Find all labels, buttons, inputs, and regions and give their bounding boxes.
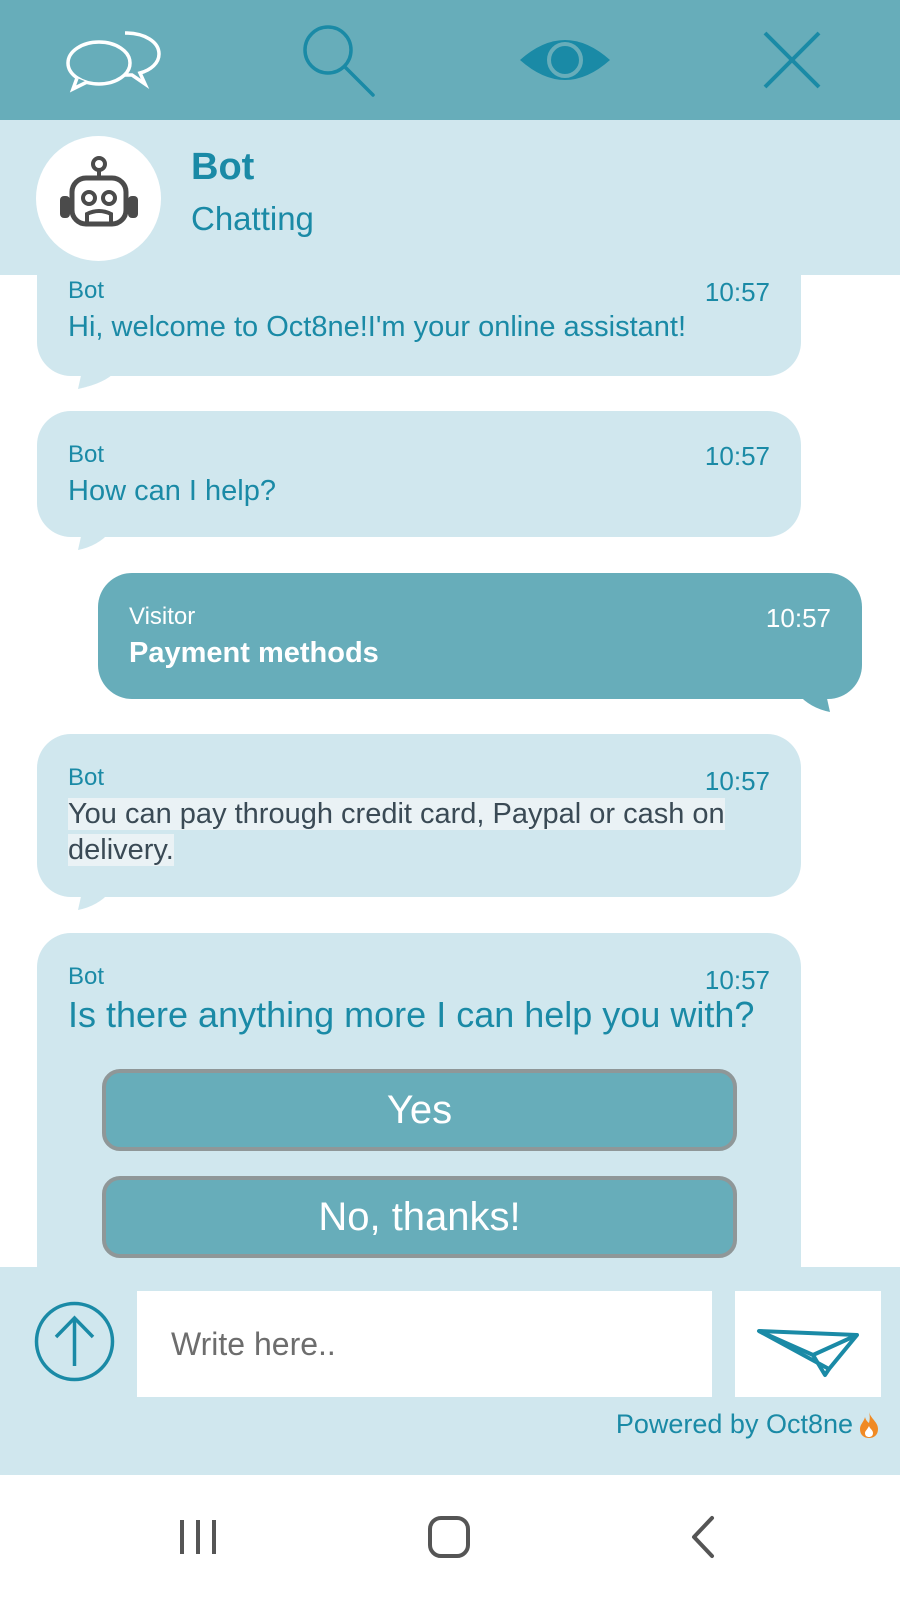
message-sender: Bot xyxy=(68,277,105,304)
powered-by-label: Powered by Oct8ne xyxy=(615,1409,853,1439)
message-bot: Bot 10:57 You can pay through credit car… xyxy=(37,734,801,897)
bubble-tail xyxy=(78,371,116,389)
upload-arrow-icon xyxy=(34,1301,115,1382)
bot-name: Bot xyxy=(191,146,255,188)
message-list[interactable]: Bot 10:57 Hi, welcome to Oct8ne!I'm your… xyxy=(0,275,900,1267)
back-icon[interactable] xyxy=(663,1505,743,1569)
message-input[interactable] xyxy=(137,1291,712,1397)
flame-icon xyxy=(860,1412,878,1438)
bubble-tail xyxy=(798,694,830,712)
avatar xyxy=(36,136,161,261)
message-text: You can pay through credit card, Paypal … xyxy=(68,798,725,866)
message-time: 10:57 xyxy=(704,766,770,796)
message-sender: Bot xyxy=(68,963,105,990)
option-no-thanks-button[interactable]: No, thanks! xyxy=(102,1176,737,1258)
message-sender: Bot xyxy=(68,764,105,791)
message-bot: Bot 10:57 Hi, welcome to Oct8ne!I'm your… xyxy=(37,275,801,376)
send-button[interactable] xyxy=(735,1291,881,1397)
message-visitor: Visitor 10:57 Payment methods xyxy=(98,573,862,699)
robot-icon xyxy=(59,155,138,226)
option-yes-button[interactable]: Yes xyxy=(102,1069,737,1151)
eye-icon[interactable] xyxy=(510,20,620,100)
recent-apps-icon[interactable] xyxy=(158,1505,238,1569)
message-sender: Visitor xyxy=(129,603,196,630)
message-time: 10:57 xyxy=(704,277,770,307)
message-time: 10:57 xyxy=(704,441,770,471)
close-icon[interactable] xyxy=(737,20,847,100)
bot-status: Chatting xyxy=(191,200,314,237)
chat-bubbles-icon[interactable] xyxy=(58,20,168,100)
message-time: 10:57 xyxy=(704,965,770,995)
paper-plane-icon xyxy=(757,1329,859,1377)
bubble-tail xyxy=(78,532,110,550)
message-sender: Bot xyxy=(68,441,105,468)
message-text: Is there anything more I can help you wi… xyxy=(68,994,755,1035)
upload-button[interactable] xyxy=(33,1300,116,1383)
chat-header: Bot Chatting xyxy=(0,120,900,275)
system-nav-bar xyxy=(0,1475,900,1600)
message-text: Hi, welcome to Oct8ne!I'm your online as… xyxy=(68,311,687,343)
message-time: 10:57 xyxy=(765,603,831,633)
bubble-tail xyxy=(78,892,110,910)
search-icon[interactable] xyxy=(286,20,396,100)
message-text: How can I help? xyxy=(68,475,276,507)
top-toolbar xyxy=(0,0,900,120)
message-bot: Bot 10:57 Is there anything more I can h… xyxy=(37,933,801,1267)
message-bot: Bot 10:57 How can I help? xyxy=(37,411,801,537)
home-icon[interactable] xyxy=(409,1505,489,1569)
composer: Powered by Oct8ne xyxy=(0,1267,900,1475)
message-text: Payment methods xyxy=(129,637,379,669)
